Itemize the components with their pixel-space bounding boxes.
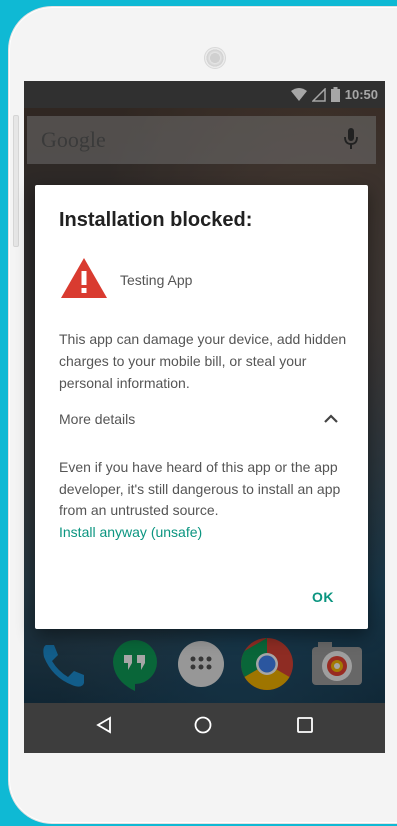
side-button (13, 115, 19, 247)
home-button[interactable] (194, 716, 212, 734)
earpiece-speaker (204, 47, 226, 69)
dialog-title: Installation blocked: (59, 209, 253, 231)
chevron-up-icon[interactable] (324, 414, 338, 424)
warning-icon (61, 258, 107, 298)
details-text: Even if you have heard of this app or th… (59, 459, 341, 518)
installation-blocked-dialog: Installation blocked: Testing App This a… (35, 185, 368, 629)
warning-text: This app can damage your device, add hid… (59, 331, 347, 391)
navigation-bar (24, 703, 385, 753)
more-details-label: More details (59, 411, 136, 427)
ok-button[interactable]: OK (312, 589, 334, 605)
back-button[interactable] (95, 716, 113, 734)
recents-button[interactable] (296, 716, 314, 734)
install-anyway-link[interactable]: Install anyway (unsafe) (59, 524, 202, 540)
more-details-row[interactable]: More details (59, 411, 342, 433)
app-name: Testing App (120, 272, 193, 288)
